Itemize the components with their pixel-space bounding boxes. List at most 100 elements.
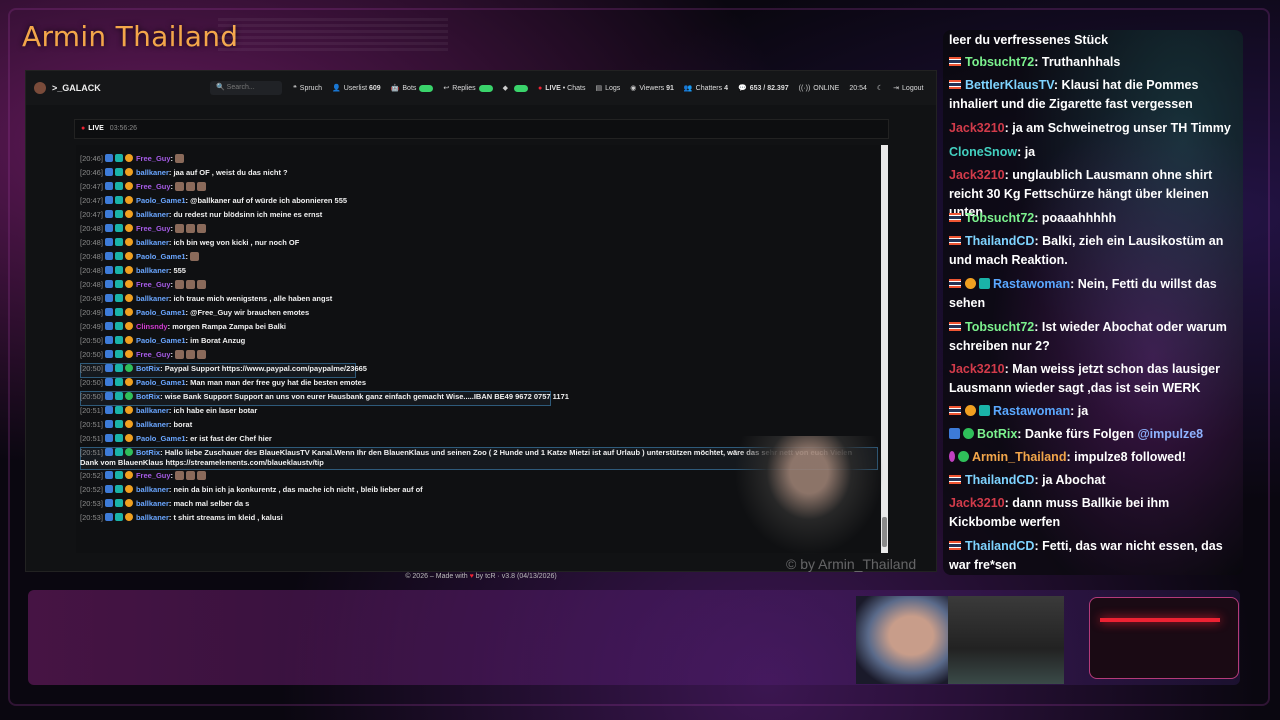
chat-text: : morgen Rampa Zampa bei Balki <box>167 322 286 331</box>
emote-icon <box>175 182 185 191</box>
chat-message: [20:47] ballkaner: du redest nur blödsinn… <box>80 210 322 220</box>
bots-toggle[interactable]: 🤖 Bots <box>391 84 434 92</box>
logout-button[interactable]: ⇥ Logout <box>893 84 923 93</box>
chat-username[interactable]: BotRix <box>136 448 160 457</box>
chat-username[interactable]: ballkaner <box>136 294 169 303</box>
extra-toggle[interactable]: ◆ <box>503 84 529 92</box>
badge-icon <box>124 252 133 260</box>
chat-username[interactable]: BotRix <box>136 364 160 373</box>
badge-icon <box>114 168 123 176</box>
live-chats-link[interactable]: ● LIVE • Chats <box>538 85 585 92</box>
chatters-button[interactable]: 👥 Chatters 4 <box>684 84 728 93</box>
chat-message: [20:48] Free_Guy: <box>80 224 207 234</box>
badge-icon <box>124 266 133 274</box>
chat-username[interactable]: ballkaner <box>136 238 169 247</box>
chat-message: [20:48] Free_Guy: <box>80 280 207 290</box>
online-label: ONLINE <box>813 84 840 92</box>
search-input[interactable]: 🔍 Search... <box>210 81 282 95</box>
chatters-count: 4 <box>724 84 728 92</box>
search-placeholder: Search... <box>226 84 255 91</box>
badge-icon <box>114 252 123 260</box>
badge-icon <box>114 224 123 232</box>
badge-icon <box>114 378 123 386</box>
viewers-label: Viewers <box>639 84 665 92</box>
chat-username[interactable]: Paolo_Game1 <box>136 308 186 317</box>
chat-username[interactable]: ballkaner <box>136 499 169 508</box>
badge-icon <box>124 512 133 521</box>
chat-username[interactable]: Paolo_Game1 <box>136 336 186 345</box>
timestamp: [20:49] <box>80 322 103 331</box>
chat-message: [20:52] Free_Guy: <box>80 470 207 481</box>
chat-username[interactable]: Clinsndy <box>136 322 168 331</box>
userlist-button[interactable]: 👤 Userlist 609 <box>332 84 381 93</box>
chat-username[interactable]: Free_Guy <box>136 154 171 163</box>
emote-icon <box>197 350 207 359</box>
overlay-chat-text: : ja <box>1017 145 1036 159</box>
chat-username[interactable]: ballkaner <box>136 266 169 275</box>
badge-icon <box>104 154 113 162</box>
badge-icon <box>114 154 123 162</box>
chat-username[interactable]: Free_Guy <box>136 471 171 480</box>
bots-switch[interactable] <box>419 84 434 92</box>
chat-username[interactable]: ballkaner <box>136 406 169 415</box>
badge-icon <box>124 294 133 302</box>
watermark: © by Armin_Thailand <box>786 556 917 572</box>
online-status: ((·)) ONLINE <box>799 85 840 92</box>
theme-toggle[interactable]: ☾ <box>877 84 883 92</box>
chat-username[interactable]: Free_Guy <box>136 350 171 359</box>
timestamp: [20:47] <box>80 182 103 191</box>
timestamp: [20:52] <box>80 484 103 494</box>
chat-username[interactable]: ballkaner <box>136 210 169 219</box>
chat-username[interactable]: ballkaner <box>136 513 169 522</box>
badge-icon <box>114 406 123 414</box>
timestamp: [20:50] <box>80 364 103 373</box>
coin-badge-icon <box>965 278 976 289</box>
chat-username[interactable]: Paolo_Game1 <box>136 434 186 443</box>
chat-username[interactable]: Free_Guy <box>136 280 171 289</box>
chatters-label: Chatters <box>695 84 723 92</box>
chat-text: : Paypal Support https://www.paypal.com/… <box>160 364 367 373</box>
badge-icon <box>114 484 123 493</box>
badge-icon <box>114 420 123 428</box>
timestamp: [20:51] <box>80 448 103 457</box>
chat-message: [20:47] Free_Guy: <box>80 182 207 192</box>
chat-message: [20:47] Paolo_Game1: @ballkaner auf of wü… <box>80 196 347 206</box>
overlay-username: Rastawoman <box>993 404 1071 418</box>
chat-username[interactable]: Paolo_Game1 <box>136 252 186 261</box>
spruch-button[interactable]: ❝ Spruch <box>293 84 322 93</box>
replies-switch[interactable] <box>478 84 493 92</box>
room-cam <box>948 596 1064 684</box>
chat-text: : <box>170 154 174 163</box>
heart-icon: ♥ <box>469 573 474 580</box>
replies-toggle[interactable]: ↩ Replies <box>443 84 493 92</box>
red-glow <box>1100 618 1220 622</box>
badge-icon <box>104 498 113 507</box>
chat-username[interactable]: BotRix <box>136 392 160 401</box>
overlay-chat-message: ThailandCD: ja Abochat <box>949 471 1239 490</box>
clock: 20:54 <box>849 84 867 92</box>
overlay-chat-text: : ja am Schweinetrog unser TH Timmy <box>1004 121 1231 135</box>
badge-icon <box>104 484 113 493</box>
chat-username[interactable]: Free_Guy <box>136 182 171 191</box>
badge-icon <box>104 266 113 274</box>
chat-username[interactable]: ballkaner <box>136 485 169 494</box>
overlay-chat-message: BotRix: Danke fürs Folgen @impulze8 <box>949 425 1239 444</box>
badge-icon <box>114 498 123 507</box>
extra-switch[interactable] <box>514 84 529 92</box>
chat-username[interactable]: Free_Guy <box>136 224 171 233</box>
overlay-chat-text: : poaaahhhhh <box>1034 211 1117 225</box>
chat-text: : borat <box>168 420 193 429</box>
logs-button[interactable]: ▤ Logs <box>595 84 620 93</box>
chat-text: : <box>170 182 174 191</box>
message-count: 💬 653 / 82.397 <box>738 84 789 93</box>
chat-username[interactable]: ballkaner <box>136 168 169 177</box>
viewers-button[interactable]: ◉ Viewers 91 <box>630 84 674 93</box>
chat-username[interactable]: Paolo_Game1 <box>136 378 186 387</box>
chat-text: : @Free_Guy wir brauchen emotes <box>185 308 310 317</box>
timestamp: [20:47] <box>80 210 103 219</box>
brand[interactable]: >_GALACK <box>34 82 194 94</box>
decorative-streaks <box>218 18 448 52</box>
chat-username[interactable]: Paolo_Game1 <box>136 196 186 205</box>
badge-icon <box>114 210 123 218</box>
chat-username[interactable]: ballkaner <box>136 420 169 429</box>
